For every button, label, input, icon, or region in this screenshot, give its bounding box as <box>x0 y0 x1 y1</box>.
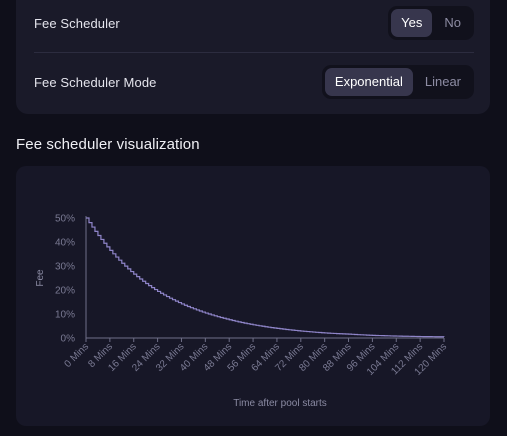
y-axis-title: Fee <box>35 269 46 287</box>
fee-series-line <box>86 217 445 338</box>
fee-scheduler-chart: 0%10%20%30%40%50%0 Mins8 Mins16 Mins24 M… <box>35 214 449 410</box>
row-divider <box>34 52 474 53</box>
y-tick-label: 10% <box>55 310 75 321</box>
y-tick-label: 0% <box>61 334 76 345</box>
y-tick-label: 30% <box>55 262 75 273</box>
fee-scheduler-row: Fee Scheduler Yes No <box>34 6 474 40</box>
fee-scheduler-mode-label: Fee Scheduler Mode <box>34 74 157 90</box>
fee-scheduler-yes-option[interactable]: Yes <box>391 9 433 37</box>
fee-scheduler-mode-toggle: Exponential Linear <box>321 65 474 99</box>
y-tick-label: 20% <box>55 286 75 297</box>
x-tick-label: 0 Mins <box>63 341 92 370</box>
visualization-title: Fee scheduler visualization <box>16 136 200 153</box>
mode-linear-option[interactable]: Linear <box>415 68 471 96</box>
fee-settings-card: Fee Scheduler Yes No Fee Scheduler Mode … <box>16 0 490 114</box>
fee-scheduler-mode-row: Fee Scheduler Mode Exponential Linear <box>34 64 474 100</box>
y-tick-label: 50% <box>55 214 75 225</box>
fee-chart-card: 0% 10% 20% 30% 40% 50% 0 Mins 8 Mins 16 Mins 24 M… <box>16 166 490 426</box>
fee-scheduler-label: Fee Scheduler <box>34 15 120 31</box>
fee-scheduler-toggle: Yes No <box>388 6 474 40</box>
x-axis-title: Time after pool starts <box>233 398 327 409</box>
y-tick-label: 40% <box>55 238 75 249</box>
fee-scheduler-no-option[interactable]: No <box>434 9 471 37</box>
mode-exponential-option[interactable]: Exponential <box>324 68 413 96</box>
